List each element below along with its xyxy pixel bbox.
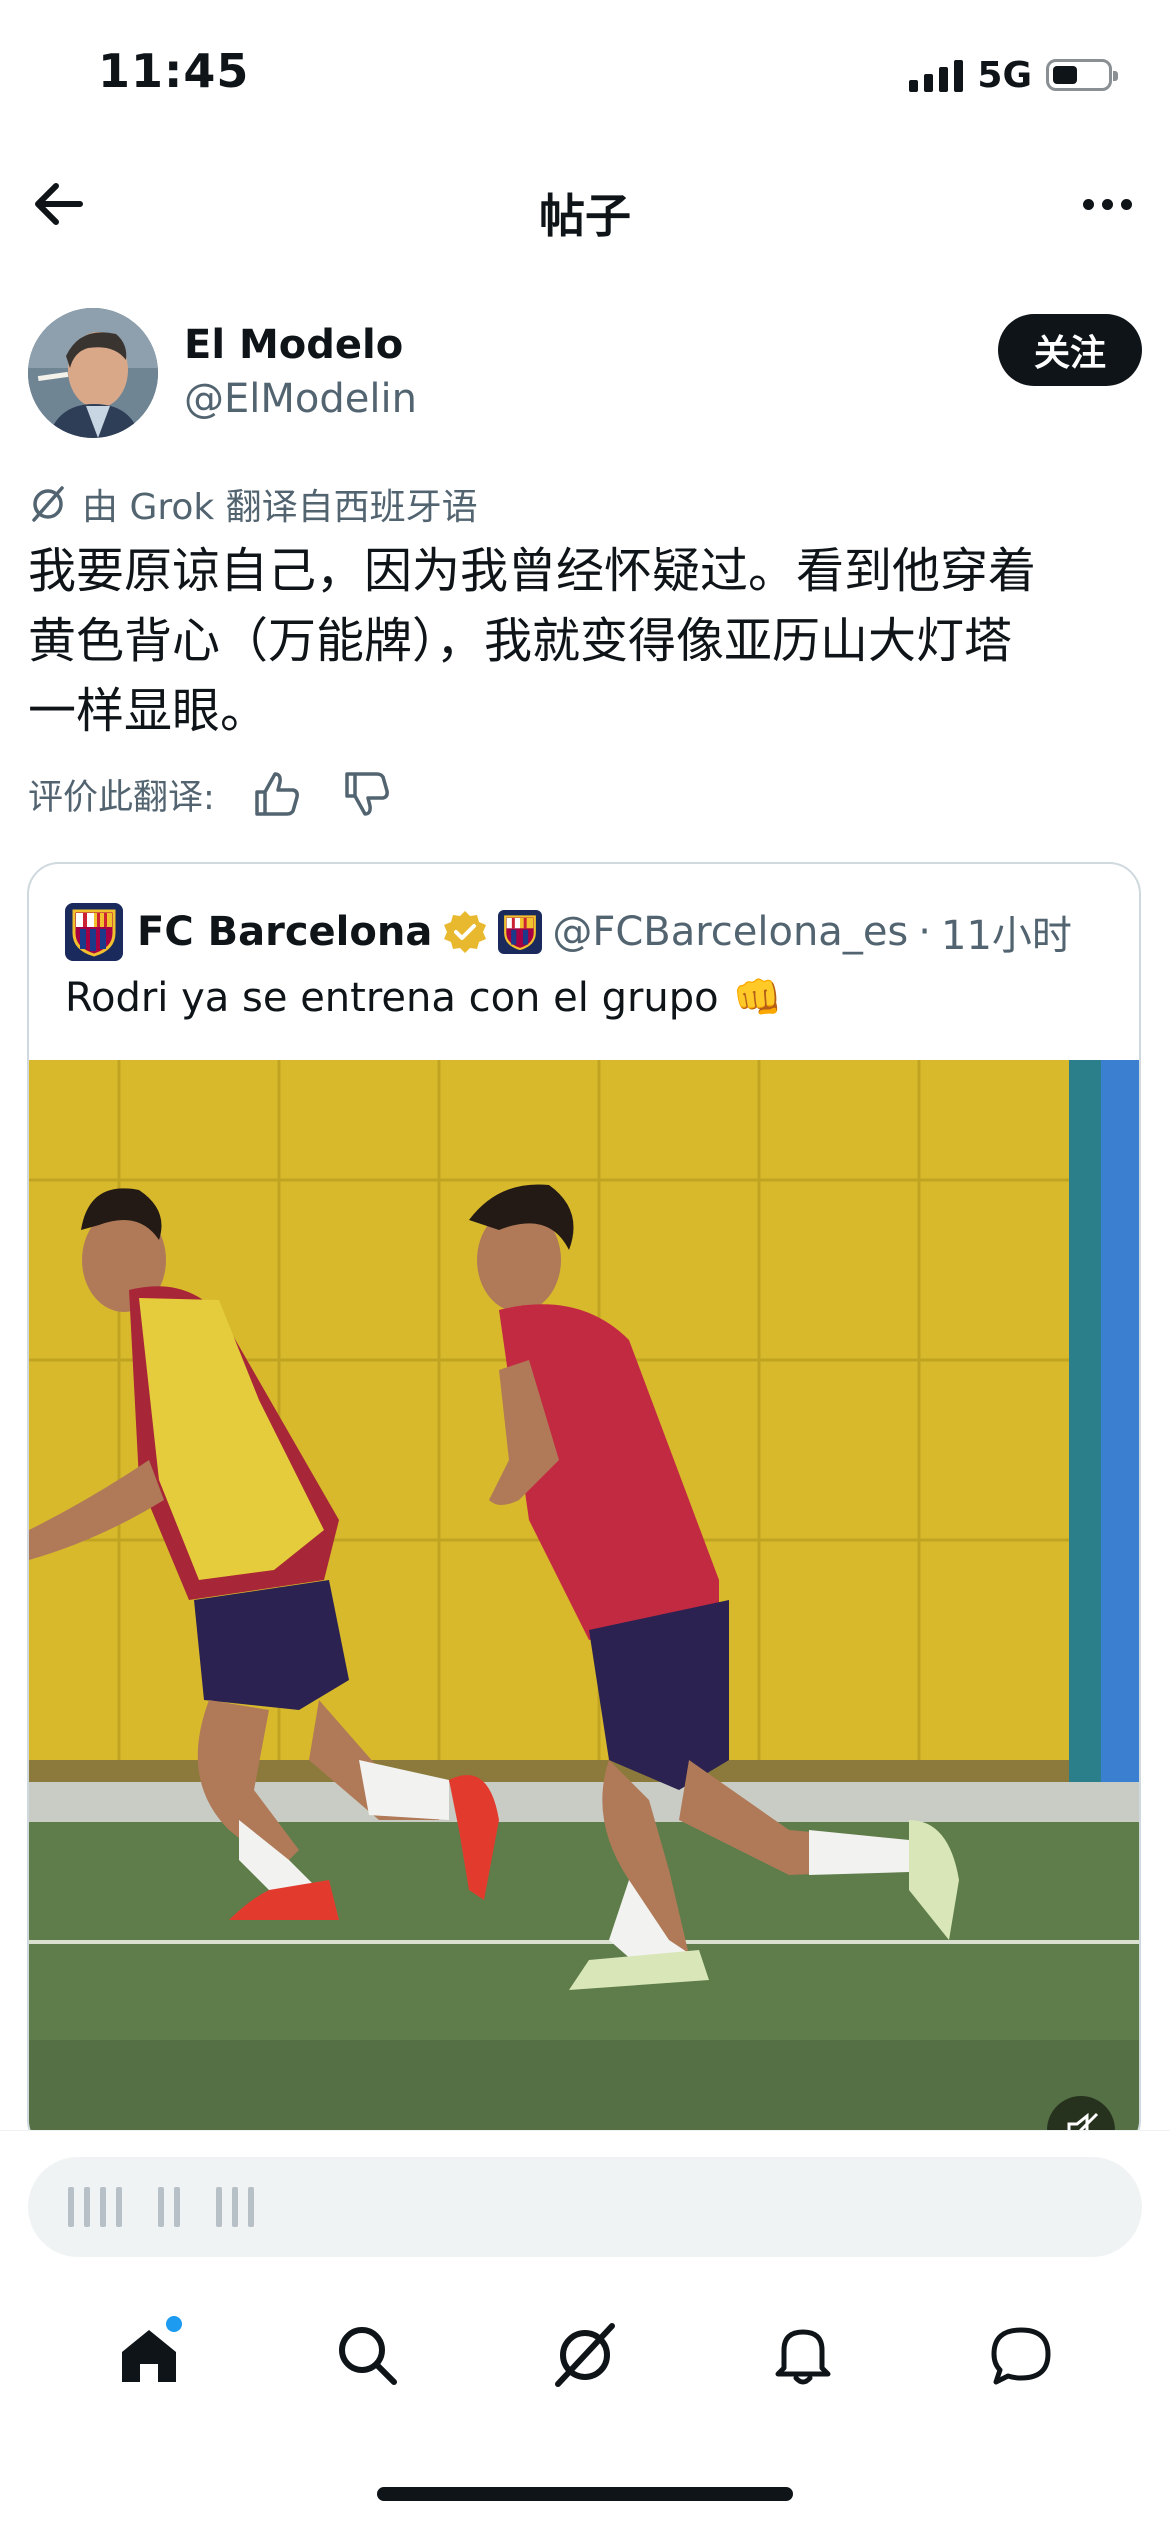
fist-emoji: 👊 [732,975,783,1021]
author-handle[interactable]: @ElModelin [184,376,417,422]
quoted-post-header: FC Barcelona @FCBarcelona_es · 11小时 [65,902,1072,962]
quoted-post-text-body: Rodri ya se entrena con el grupo [65,974,719,1021]
tab-grok[interactable] [540,2310,630,2400]
messages-icon [991,2327,1051,2385]
grok-tab-icon [555,2323,615,2387]
quoted-post-video[interactable] [29,1060,1139,2150]
follow-button[interactable]: 关注 [997,314,1142,386]
post-author: El Modelo @ElModelin 关注 [28,308,1142,443]
battery-icon [1046,59,1118,91]
network-label: 5G [977,54,1032,96]
tab-notifications[interactable] [758,2310,848,2400]
thumbs-up-icon[interactable] [249,766,305,822]
verified-badge-icon [444,911,487,953]
quoted-author-name[interactable]: FC Barcelona [137,909,432,955]
quoted-author-handle[interactable]: @FCBarcelona_es [552,909,908,955]
search-icon [339,2327,397,2385]
fc-barcelona-crest-icon [65,903,123,961]
rate-translation: 评价此翻译: [28,766,395,822]
tab-messages[interactable] [976,2310,1066,2400]
status-time: 11:45 [98,44,250,98]
status-bar: 11:45 5G [0,0,1170,150]
tab-home[interactable] [104,2310,194,2400]
post-text-line: 一样显眼。 [28,683,269,739]
bottom-tab-bar [0,2280,1170,2430]
page-title: 帖子 [539,189,631,243]
quoted-post-text: Rodri ya se entrena con el grupo 👊 [65,974,783,1022]
more-icon[interactable] [1072,172,1142,236]
notifications-icon [775,2329,831,2385]
rate-translation-label: 评价此翻译: [28,777,215,818]
top-nav: 帖子 [0,150,1170,260]
signal-icon [909,58,964,92]
reply-bar [0,2130,1170,2281]
translation-notice[interactable]: 由 Grok 翻译自西班牙语 [28,478,478,530]
tab-search[interactable] [322,2310,412,2400]
avatar[interactable] [28,308,158,438]
reply-input[interactable] [28,2157,1142,2257]
quoted-post-time: 11小时 [941,913,1072,959]
fc-barcelona-affiliate-icon [498,910,543,954]
home-indicator [377,2487,793,2501]
status-indicators: 5G [909,50,1118,100]
author-name[interactable]: El Modelo [184,322,403,368]
quoted-post[interactable]: FC Barcelona @FCBarcelona_es · 11小时 Rodr… [27,862,1141,2152]
notification-dot [166,2316,182,2332]
post-text: 我要原谅自己，因为我曾经怀疑过。看到他穿着 黄色背心（万能牌），我就变得像亚历山… [28,536,1142,746]
reply-placeholder-glyphs [68,2187,254,2227]
meta-separator: · [918,909,931,955]
post-text-line: 我要原谅自己，因为我曾经怀疑过。看到他穿着 [28,543,1037,599]
thumbs-down-icon[interactable] [339,766,395,822]
post-text-line: 黄色背心（万能牌），我就变得像亚历山大灯塔 [28,613,1013,669]
grok-icon [32,486,64,522]
translation-notice-label: 由 Grok 翻译自西班牙语 [82,487,478,528]
